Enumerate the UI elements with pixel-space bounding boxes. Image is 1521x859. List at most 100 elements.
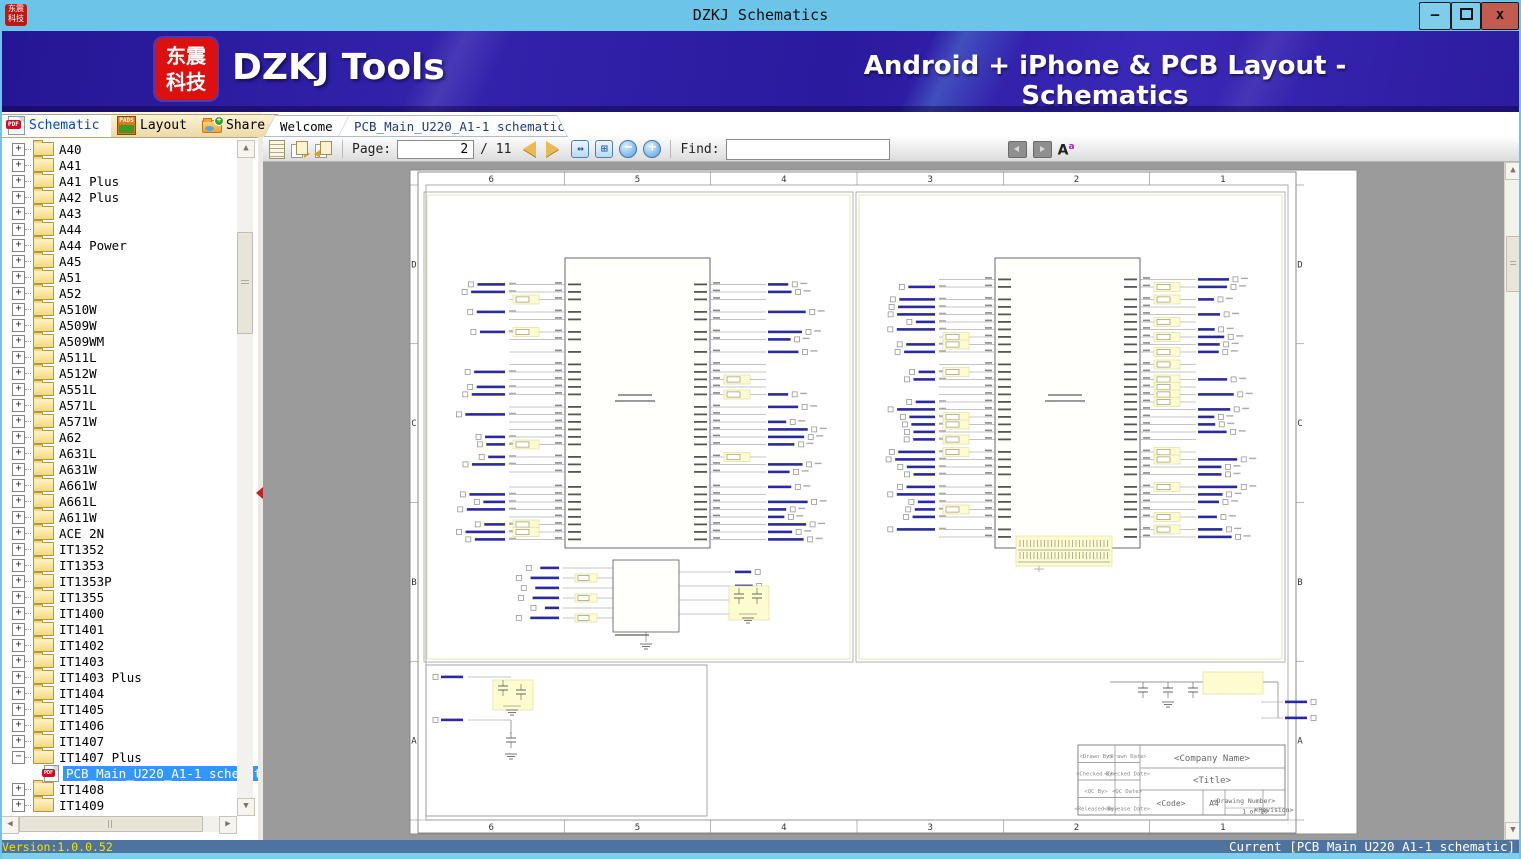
tree-item-folder[interactable]: + IT1409 xyxy=(0,796,236,813)
expand-node-icon[interactable]: + xyxy=(12,350,25,364)
minimize-button[interactable]: – xyxy=(1419,2,1451,30)
tree-item-folder[interactable]: + IT1353 xyxy=(0,556,236,573)
expand-node-icon[interactable]: + xyxy=(12,782,25,796)
expand-node-icon[interactable]: + xyxy=(12,494,25,508)
expand-node-icon[interactable]: + xyxy=(12,574,25,588)
tree-item-folder[interactable]: + A62 xyxy=(0,428,236,445)
doc-tab-schematic[interactable]: PCB_Main_U220_A1-1 schematic x xyxy=(338,115,568,137)
expand-node-icon[interactable]: + xyxy=(12,398,25,412)
tree-item-folder[interactable]: + IT1401 xyxy=(0,620,236,637)
tree-item-folder[interactable]: + A611W xyxy=(0,508,236,525)
expand-node-icon[interactable]: + xyxy=(12,254,25,268)
viewer-vscroll-thumb[interactable] xyxy=(1506,236,1520,292)
tree-item-folder[interactable]: + IT1406 xyxy=(0,716,236,733)
tab-schematic[interactable]: Schematic xyxy=(2,114,130,137)
previous-page-icon[interactable] xyxy=(523,141,537,157)
expand-node-icon[interactable]: + xyxy=(12,366,25,380)
expand-node-icon[interactable]: + xyxy=(12,174,25,188)
tree-item-folder[interactable]: + A510W xyxy=(0,300,236,317)
expand-node-icon[interactable]: + xyxy=(12,382,25,396)
expand-node-icon[interactable]: + xyxy=(12,222,25,236)
tree-item-folder[interactable]: + IT1403 Plus xyxy=(0,668,236,685)
tree-hscroll-thumb[interactable] xyxy=(19,816,203,832)
expand-node-icon[interactable]: + xyxy=(12,270,25,284)
expand-node-icon[interactable]: + xyxy=(12,158,25,172)
expand-node-icon[interactable]: + xyxy=(12,734,25,748)
expand-node-icon[interactable]: + xyxy=(12,446,25,460)
tree-item-folder[interactable]: + ACE 2N xyxy=(0,524,236,541)
tree-vscroll-thumb[interactable] xyxy=(237,232,253,334)
fit-page-icon[interactable]: ⊞ xyxy=(595,140,614,158)
expand-node-icon[interactable]: + xyxy=(12,238,25,252)
tree-item-folder[interactable]: + A509WM xyxy=(0,332,236,349)
text-size-icon[interactable]: Aa xyxy=(1058,140,1075,158)
rotate-left-icon[interactable] xyxy=(291,140,310,158)
find-input[interactable] xyxy=(725,138,890,160)
tree-item-folder[interactable]: + A512W xyxy=(0,364,236,381)
expand-node-icon[interactable]: + xyxy=(12,478,25,492)
expand-node-icon[interactable]: + xyxy=(12,558,25,572)
expand-node-icon[interactable]: + xyxy=(12,526,25,540)
expand-node-icon[interactable]: + xyxy=(12,606,25,620)
expand-node-icon[interactable]: + xyxy=(12,462,25,476)
expand-node-icon[interactable]: + xyxy=(12,510,25,524)
tree-item-folder[interactable]: + IT1405 xyxy=(0,700,236,717)
tree-scroll-left-icon[interactable]: ◀ xyxy=(1,816,19,834)
tree-item-folder[interactable]: + A551L xyxy=(0,380,236,397)
expand-node-icon[interactable]: + xyxy=(12,638,25,652)
expand-node-icon[interactable]: + xyxy=(12,190,25,204)
tree-item-folder[interactable]: + A661W xyxy=(0,476,236,493)
tree-item-folder[interactable]: − IT1407 Plus xyxy=(0,748,236,765)
tree-item-folder[interactable]: + A511L xyxy=(0,348,236,365)
rotate-right-icon[interactable] xyxy=(314,140,333,158)
tree-vscrollbar[interactable]: ▲ ▼ xyxy=(237,140,255,816)
tree-item-folder[interactable]: + A52 xyxy=(0,284,236,301)
tree-item-folder[interactable]: + IT1407 xyxy=(0,732,236,749)
tree-item-folder[interactable]: + IT1403 xyxy=(0,652,236,669)
tree-item-folder[interactable]: + A631L xyxy=(0,444,236,461)
page-number-input[interactable] xyxy=(397,139,475,159)
expand-node-icon[interactable]: + xyxy=(12,206,25,220)
tree-item-folder[interactable]: + IT1352 xyxy=(0,540,236,557)
tree-item-folder[interactable]: + A43 xyxy=(0,204,236,221)
expand-node-icon[interactable]: + xyxy=(12,670,25,684)
maximize-button[interactable] xyxy=(1451,2,1481,30)
expand-node-icon[interactable]: + xyxy=(12,542,25,556)
tree-item-folder[interactable]: + A45 xyxy=(0,252,236,269)
expand-node-icon[interactable]: + xyxy=(12,414,25,428)
expand-node-icon[interactable]: + xyxy=(12,318,25,332)
tree-item-schematic-pdf[interactable]: PCB_Main_U220_A1-1 schematic xyxy=(0,764,258,782)
tree-scroll-down-icon[interactable]: ▼ xyxy=(237,798,255,816)
tree-hscrollbar[interactable]: ◀ ▶ xyxy=(1,816,237,834)
expand-node-icon[interactable]: + xyxy=(12,334,25,348)
tree-item-folder[interactable]: + IT1402 xyxy=(0,636,236,653)
expand-node-icon[interactable]: + xyxy=(12,702,25,716)
collapse-sidebar-icon[interactable] xyxy=(256,487,263,499)
next-page-icon[interactable] xyxy=(546,141,560,157)
zoom-out-icon[interactable]: − xyxy=(619,140,638,158)
tree-item-folder[interactable]: + A631W xyxy=(0,460,236,477)
find-next-icon[interactable] xyxy=(1032,140,1052,158)
expand-node-icon[interactable]: + xyxy=(12,654,25,668)
tree-item-folder[interactable]: + IT1353P xyxy=(0,572,236,589)
expand-node-icon[interactable]: + xyxy=(12,590,25,604)
tree-item-folder[interactable]: + A41 Plus xyxy=(0,172,236,189)
tree-scroll-up-icon[interactable]: ▲ xyxy=(237,140,255,158)
expand-node-icon[interactable]: + xyxy=(12,430,25,444)
tree-scroll-right-icon[interactable]: ▶ xyxy=(219,816,237,834)
single-page-icon[interactable] xyxy=(269,139,285,159)
tree-item-folder[interactable]: + IT1355 xyxy=(0,588,236,605)
tree-item-folder[interactable]: + A44 xyxy=(0,220,236,237)
collapse-node-icon[interactable]: − xyxy=(12,750,25,764)
tree-item-folder[interactable]: + IT1408 xyxy=(0,780,236,797)
tree-item-folder[interactable]: + A571W xyxy=(0,412,236,429)
fit-width-icon[interactable]: ↔ xyxy=(571,140,590,158)
tree-item-folder[interactable]: + A44 Power xyxy=(0,236,236,253)
find-previous-icon[interactable] xyxy=(1007,140,1027,158)
close-tab-icon[interactable]: x xyxy=(570,119,577,134)
expand-node-icon[interactable]: + xyxy=(12,286,25,300)
tree-item-folder[interactable]: + A51 xyxy=(0,268,236,285)
tree-item-folder[interactable]: + A509W xyxy=(0,316,236,333)
tree-item-folder[interactable]: + A41 xyxy=(0,156,236,173)
expand-node-icon[interactable]: + xyxy=(12,798,25,812)
